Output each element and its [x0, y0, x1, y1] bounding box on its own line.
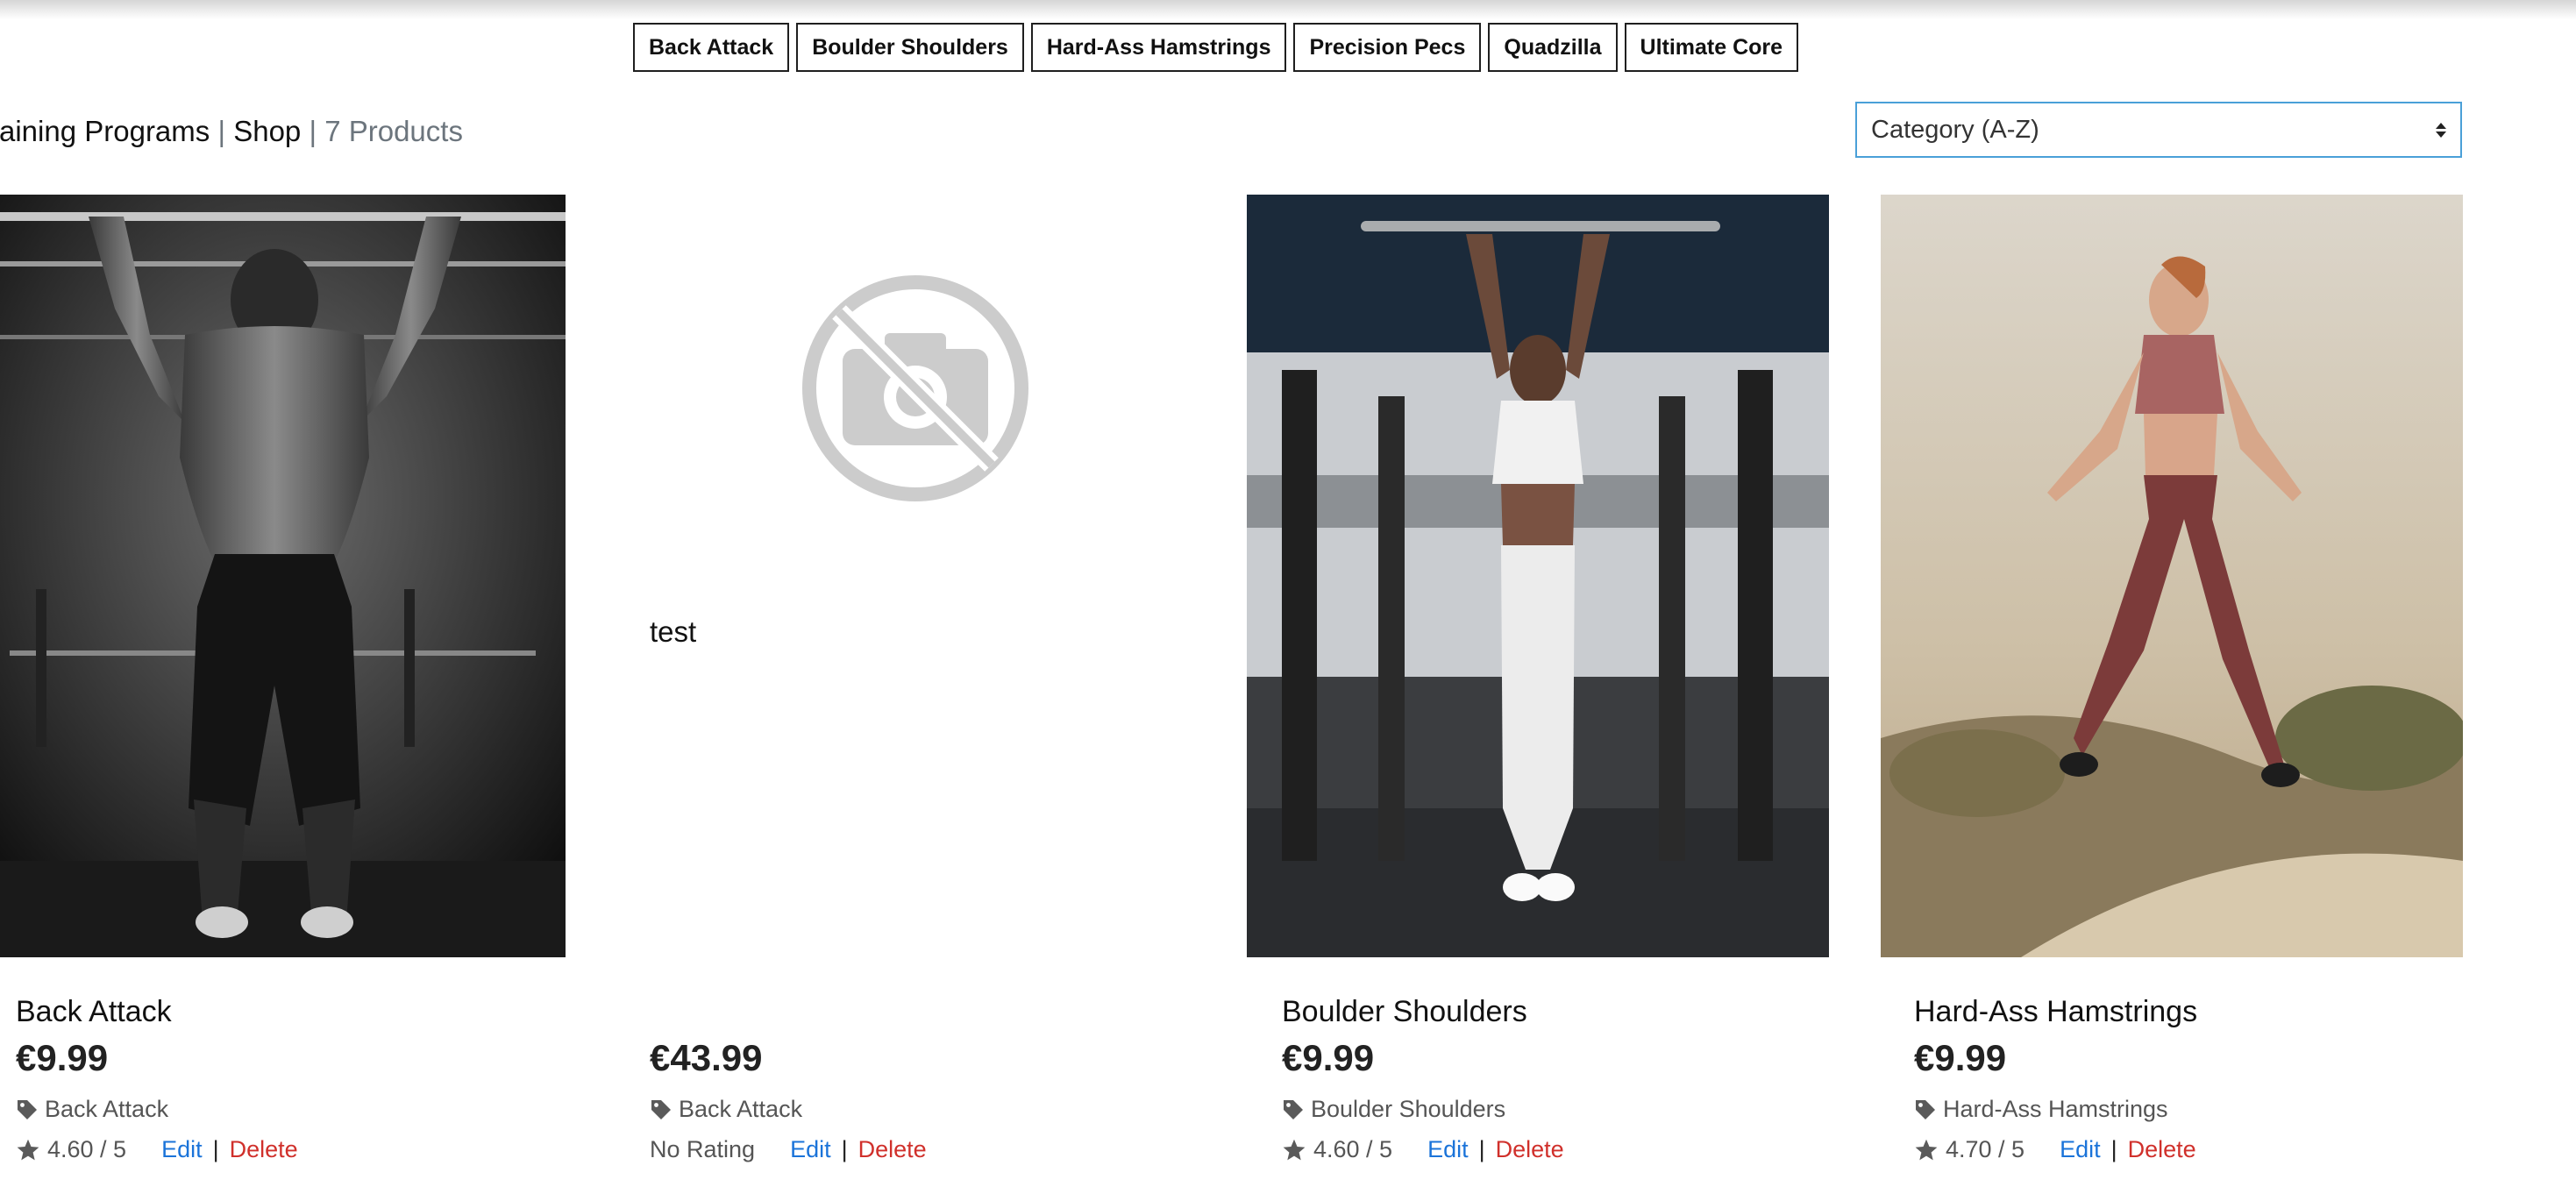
- product-rating: 4.70 / 5: [1946, 1136, 2025, 1162]
- product-category-label: Hard-Ass Hamstrings: [1943, 1096, 2168, 1122]
- category-filter-bar: Back Attack Boulder Shoulders Hard-Ass H…: [633, 23, 1799, 72]
- tag-icon: [651, 1099, 671, 1119]
- product-rating: 4.60 / 5: [1313, 1136, 1393, 1162]
- edit-link[interactable]: Edit: [790, 1136, 831, 1163]
- product-price: €9.99: [1282, 1037, 1375, 1078]
- delete-link[interactable]: Delete: [230, 1136, 298, 1163]
- product-description: test: [650, 615, 697, 648]
- product-image-placeholder[interactable]: test: [634, 195, 1216, 957]
- category-button-ultimate-core[interactable]: Ultimate Core: [1624, 23, 1799, 72]
- star-icon: [17, 1139, 39, 1160]
- product-price: €43.99: [650, 1037, 763, 1078]
- product-title[interactable]: Boulder Shoulders: [1282, 995, 1527, 1029]
- edit-link[interactable]: Edit: [1427, 1136, 1469, 1163]
- product-title[interactable]: Back Attack: [16, 995, 172, 1029]
- tag-icon: [1916, 1099, 1935, 1119]
- tag-icon: [18, 1099, 37, 1119]
- product-category[interactable]: Back Attack: [16, 1096, 168, 1123]
- link-separator: |: [2110, 1136, 2117, 1162]
- category-button-hard-ass-hamstrings[interactable]: Hard-Ass Hamstrings: [1030, 23, 1287, 72]
- product-rating: 4.60 / 5: [47, 1136, 127, 1162]
- category-button-back-attack[interactable]: Back Attack: [633, 23, 790, 72]
- product-meta: No Rating Edit | Delete: [650, 1136, 927, 1163]
- product-meta: 4.60 / 5 Edit | Delete: [1282, 1136, 1564, 1163]
- delete-link[interactable]: Delete: [1496, 1136, 1564, 1163]
- product-category[interactable]: Hard-Ass Hamstrings: [1914, 1096, 2168, 1123]
- product-category[interactable]: Back Attack: [650, 1096, 802, 1123]
- sort-selected-value: Category (A-Z): [1871, 115, 2039, 144]
- category-button-quadzilla[interactable]: Quadzilla: [1488, 23, 1618, 72]
- product-image-boulder-shoulders[interactable]: [1247, 195, 1829, 957]
- select-caret-icon: [2436, 122, 2446, 138]
- tag-icon: [1284, 1099, 1303, 1119]
- star-icon: [1915, 1139, 1938, 1160]
- category-button-precision-pecs[interactable]: Precision Pecs: [1293, 23, 1482, 72]
- link-separator: |: [1478, 1136, 1485, 1162]
- product-meta: 4.60 / 5 Edit | Delete: [16, 1136, 298, 1163]
- link-separator: |: [841, 1136, 848, 1162]
- product-category[interactable]: Boulder Shoulders: [1282, 1096, 1505, 1123]
- edit-link[interactable]: Edit: [161, 1136, 203, 1163]
- product-image-back-attack[interactable]: [0, 195, 566, 957]
- star-icon: [1283, 1139, 1306, 1160]
- edit-link[interactable]: Edit: [2060, 1136, 2101, 1163]
- product-rating: No Rating: [650, 1136, 756, 1162]
- product-category-label: Boulder Shoulders: [1311, 1096, 1506, 1122]
- top-shadow: [0, 0, 2576, 19]
- no-photo-icon: [802, 275, 1028, 501]
- product-category-label: Back Attack: [679, 1096, 803, 1122]
- category-button-boulder-shoulders[interactable]: Boulder Shoulders: [796, 23, 1024, 72]
- product-title[interactable]: Hard-Ass Hamstrings: [1914, 995, 2197, 1029]
- delete-link[interactable]: Delete: [858, 1136, 927, 1163]
- breadcrumb-shop-link[interactable]: Shop: [233, 115, 301, 147]
- sort-select[interactable]: Category (A-Z): [1855, 102, 2462, 158]
- product-meta: 4.70 / 5 Edit | Delete: [1914, 1136, 2196, 1163]
- link-separator: |: [212, 1136, 219, 1162]
- product-category-label: Back Attack: [45, 1096, 169, 1122]
- product-price: €9.99: [1914, 1037, 2007, 1078]
- product-count: 7 Products: [324, 115, 463, 147]
- breadcrumb: raining Programs | Shop | 7 Products: [0, 112, 463, 151]
- product-image-hard-ass-hamstrings[interactable]: [1881, 195, 2463, 957]
- breadcrumb-section-link[interactable]: raining Programs: [0, 115, 210, 147]
- product-price: €9.99: [16, 1037, 109, 1078]
- delete-link[interactable]: Delete: [2128, 1136, 2196, 1163]
- breadcrumb-separator: |: [217, 115, 226, 147]
- breadcrumb-separator: |: [309, 115, 317, 147]
